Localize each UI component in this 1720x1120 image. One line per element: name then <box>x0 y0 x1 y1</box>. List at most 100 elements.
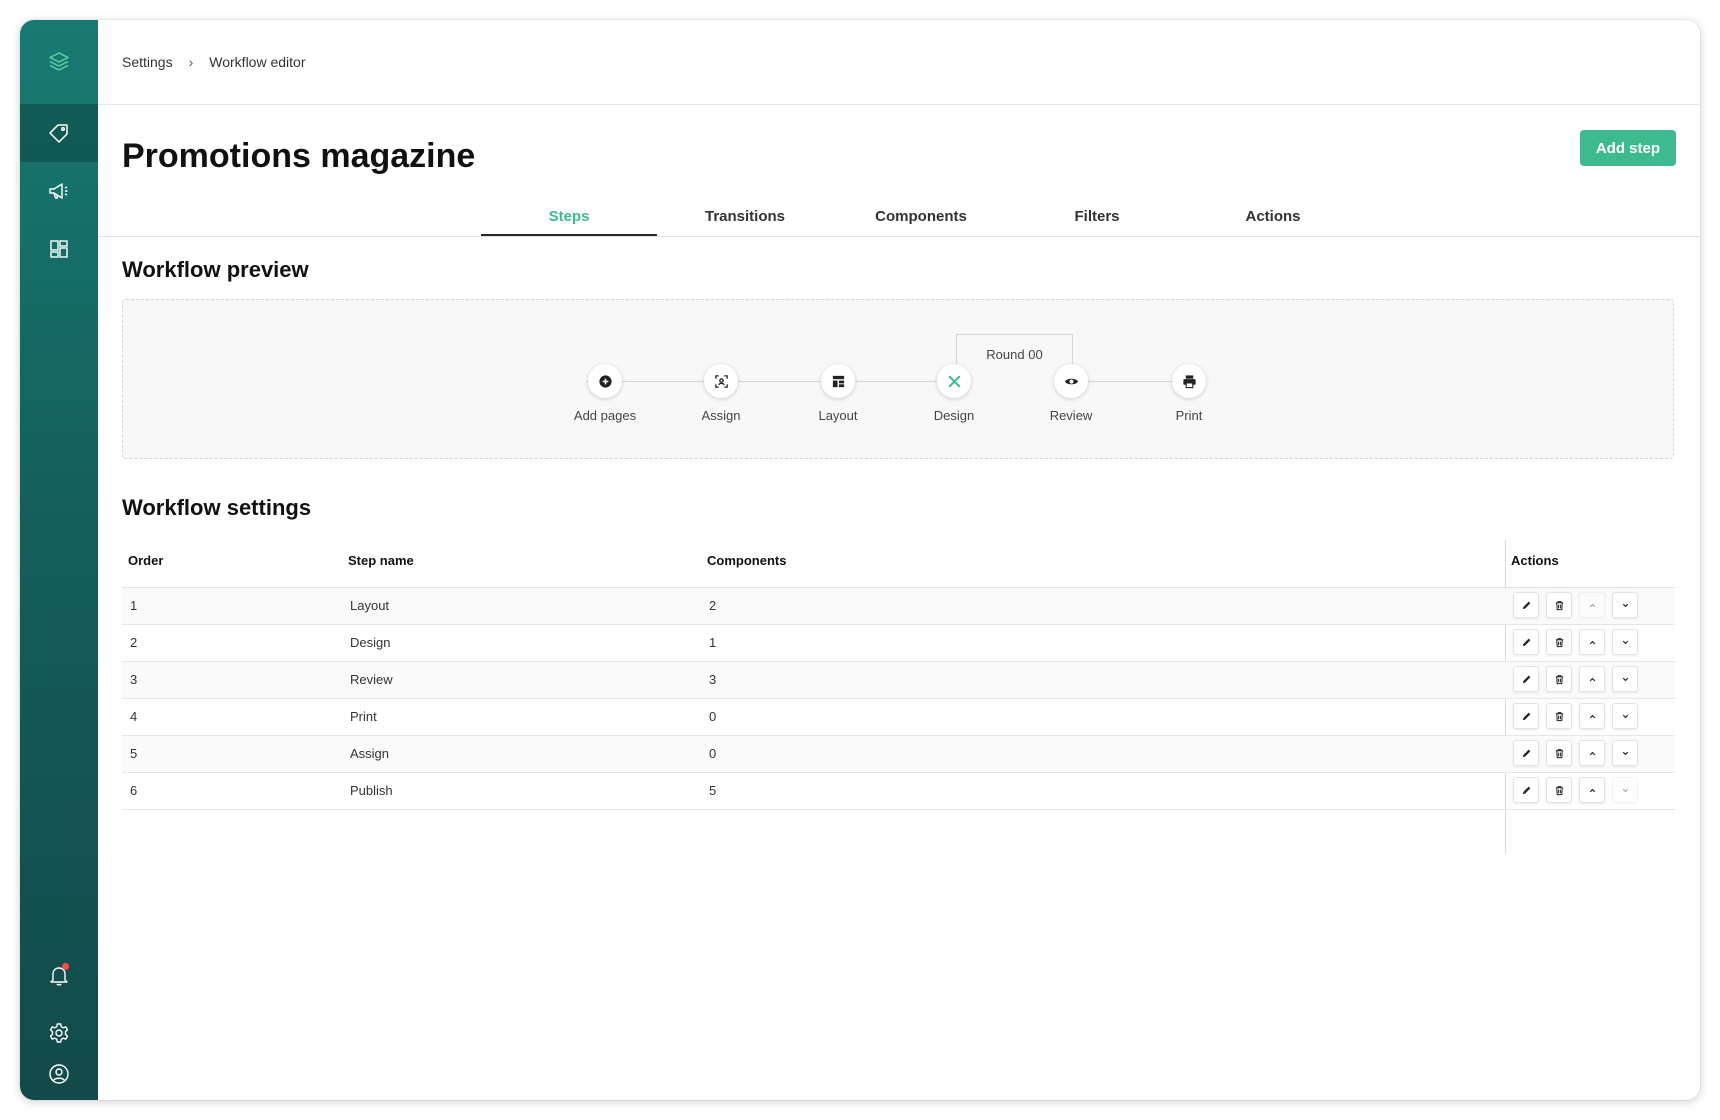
app-logo[interactable] <box>20 20 98 104</box>
tab-filters[interactable]: Filters <box>1009 196 1185 235</box>
edit-step-button[interactable] <box>1513 740 1539 766</box>
workflow-preview: Round 00 Add pages Assign Layout Design … <box>122 299 1674 459</box>
trash-icon <box>1555 748 1563 758</box>
breadcrumb-settings[interactable]: Settings <box>122 54 173 70</box>
edit-step-button[interactable] <box>1513 777 1539 803</box>
eye-icon <box>1064 378 1078 384</box>
flow-node-label: Review <box>1049 408 1093 423</box>
cell-order: 3 <box>130 672 138 687</box>
delete-step-button[interactable] <box>1546 666 1572 692</box>
sidebar-item-settings[interactable] <box>20 1004 98 1062</box>
delete-step-button[interactable] <box>1546 703 1572 729</box>
cell-order: 4 <box>130 709 138 724</box>
flow-node-button[interactable] <box>937 364 971 398</box>
cell-step-name: Print <box>350 709 377 724</box>
cell-step-name: Assign <box>350 746 390 761</box>
column-header-step-name: Step name <box>348 553 414 568</box>
gear-icon <box>49 1023 69 1043</box>
trash-icon <box>1555 711 1563 721</box>
dashboard-grid-icon <box>50 240 68 258</box>
table-row: 3 Review 3 <box>122 662 1675 699</box>
row-actions <box>1513 777 1645 803</box>
move-up-button[interactable] <box>1579 666 1605 692</box>
megaphone-icon <box>49 183 68 199</box>
cell-order: 2 <box>130 635 138 650</box>
move-up-button[interactable] <box>1579 777 1605 803</box>
move-down-button[interactable] <box>1612 703 1638 729</box>
column-header-actions: Actions <box>1511 553 1559 568</box>
cell-order: 6 <box>130 783 138 798</box>
row-actions <box>1513 703 1645 729</box>
chevron-up-icon <box>1589 751 1595 755</box>
table-row: 2 Design 1 <box>122 625 1675 662</box>
row-actions <box>1513 740 1645 766</box>
pencil-icon <box>1522 749 1530 757</box>
flow-node-design: Design <box>909 364 999 423</box>
sidebar-item-dashboard[interactable] <box>20 220 98 278</box>
main-content: Settings › Workflow editor Promotions ma… <box>98 20 1700 1100</box>
sidebar-item-profile[interactable] <box>20 1062 98 1100</box>
delete-step-button[interactable] <box>1546 592 1572 618</box>
edit-step-button[interactable] <box>1513 629 1539 655</box>
table-header: Order Step name Components Actions <box>122 539 1675 588</box>
chevron-down-icon <box>1622 603 1628 607</box>
cell-step-name: Review <box>350 672 393 687</box>
cell-step-name: Layout <box>350 598 390 613</box>
tab-steps[interactable]: Steps <box>481 196 657 236</box>
move-down-button[interactable] <box>1612 629 1638 655</box>
cell-order: 5 <box>130 746 138 761</box>
pencil-icon <box>1522 675 1530 683</box>
breadcrumb-workflow-editor: Workflow editor <box>209 54 306 70</box>
pencil-icon <box>1522 638 1530 646</box>
table-row: 1 Layout 2 <box>122 588 1675 625</box>
plus-circle-icon <box>598 374 612 388</box>
move-down-button[interactable] <box>1612 777 1638 803</box>
trash-icon <box>1555 674 1563 684</box>
delete-step-button[interactable] <box>1546 777 1572 803</box>
tab-components[interactable]: Components <box>833 196 1009 235</box>
table-row: 4 Print 0 <box>122 699 1675 736</box>
delete-step-button[interactable] <box>1546 629 1572 655</box>
cell-order: 1 <box>130 598 138 613</box>
flow-node-button[interactable] <box>704 364 738 398</box>
cell-step-name: Design <box>350 635 391 650</box>
sidebar <box>20 20 98 1100</box>
chevron-up-icon <box>1589 788 1595 792</box>
app-window: Settings › Workflow editor Promotions ma… <box>20 20 1700 1100</box>
chevron-down-icon <box>1622 640 1628 644</box>
move-down-button[interactable] <box>1612 592 1638 618</box>
move-up-button[interactable] <box>1579 740 1605 766</box>
flow-node-label: Print <box>1175 408 1203 423</box>
trash-icon <box>1555 637 1563 647</box>
move-up-button[interactable] <box>1579 592 1605 618</box>
cell-components: 1 <box>709 635 717 650</box>
flow-node-button[interactable] <box>1054 364 1088 398</box>
sidebar-item-notifications[interactable] <box>20 946 98 1004</box>
add-step-button[interactable]: Add step <box>1579 130 1676 166</box>
edit-step-button[interactable] <box>1513 666 1539 692</box>
tab-actions[interactable]: Actions <box>1185 196 1361 235</box>
edit-step-button[interactable] <box>1513 592 1539 618</box>
flow-node-button[interactable] <box>588 364 622 398</box>
flow-node-button[interactable] <box>1172 364 1206 398</box>
move-up-button[interactable] <box>1579 629 1605 655</box>
flow-node-print: Print <box>1144 364 1234 423</box>
scan-icon <box>714 374 728 388</box>
sidebar-item-tags[interactable] <box>20 104 98 162</box>
cell-components: 5 <box>709 783 717 798</box>
tab-bar: Steps Transitions Components Filters Act… <box>98 196 1700 237</box>
edit-step-button[interactable] <box>1513 703 1539 729</box>
delete-step-button[interactable] <box>1546 740 1572 766</box>
move-down-button[interactable] <box>1612 666 1638 692</box>
flow-node-button[interactable] <box>821 364 855 398</box>
move-up-button[interactable] <box>1579 703 1605 729</box>
move-down-button[interactable] <box>1612 740 1638 766</box>
pencil-icon <box>1522 712 1530 720</box>
tab-transitions[interactable]: Transitions <box>657 196 833 235</box>
page-title: Promotions magazine <box>122 137 476 175</box>
column-header-order: Order <box>128 553 164 568</box>
sidebar-item-campaigns[interactable] <box>20 162 98 220</box>
flow-node-label: Assign <box>701 408 741 423</box>
table-row: 6 Publish 5 <box>122 773 1675 810</box>
notification-badge <box>62 963 69 970</box>
